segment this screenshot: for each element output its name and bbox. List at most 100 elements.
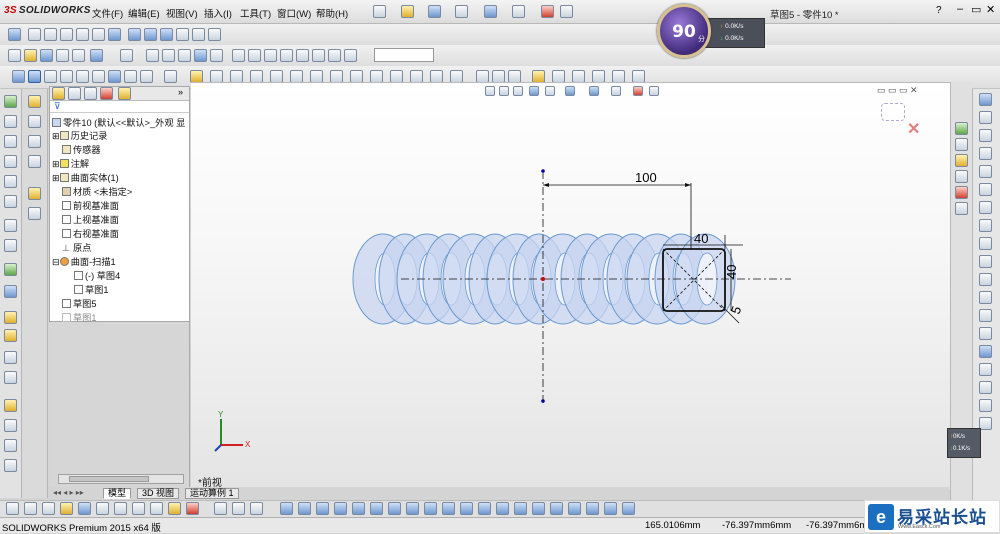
- left-tool-12-icon[interactable]: [4, 329, 17, 342]
- display-style-icon[interactable]: [128, 28, 141, 41]
- tree-root[interactable]: 零件10 (默认<<默认>_外观 显: [52, 115, 185, 129]
- tree-filter[interactable]: ⊽: [50, 101, 189, 113]
- design-library-tab-icon[interactable]: [955, 138, 968, 151]
- lofted-surface-icon[interactable]: [76, 70, 89, 83]
- bottom-tool-29-icon[interactable]: [532, 502, 545, 515]
- bottom-tool-11-icon[interactable]: [186, 502, 199, 515]
- convert-entities-icon[interactable]: [979, 309, 992, 322]
- tool-e-icon[interactable]: [296, 49, 309, 62]
- offset-entities-icon[interactable]: [979, 291, 992, 304]
- view-palette-tab-icon[interactable]: [955, 170, 968, 183]
- offset-surface-icon[interactable]: [140, 70, 153, 83]
- bottom-tool-32-icon[interactable]: [586, 502, 599, 515]
- tool-c-icon[interactable]: [264, 49, 277, 62]
- bottom-tool-10-icon[interactable]: [168, 502, 181, 515]
- bottom-tool-17-icon[interactable]: [316, 502, 329, 515]
- menu-help[interactable]: 帮助(H): [316, 6, 348, 20]
- fillet-sketch-icon[interactable]: [979, 255, 992, 268]
- bottom-tool-2-icon[interactable]: [24, 502, 37, 515]
- rebuild-icon[interactable]: [541, 5, 554, 18]
- bottom-tool-20-icon[interactable]: [370, 502, 383, 515]
- extruded-surface-icon[interactable]: [28, 70, 41, 83]
- menu-view[interactable]: 视图(V): [166, 6, 198, 20]
- tree-node-sensors[interactable]: 传感器: [62, 142, 101, 156]
- config-manager-tab-icon[interactable]: [84, 87, 97, 100]
- bottom-tool-27-icon[interactable]: [496, 502, 509, 515]
- tree-node-sketch1[interactable]: 草图1: [74, 282, 109, 296]
- graphics-area[interactable]: ▭ ▭ ▭ ✕ ✕ 100 40 40 5 Y X: [191, 82, 950, 489]
- left-tool-18-icon[interactable]: [4, 459, 17, 472]
- left-tool-9-icon[interactable]: [4, 263, 17, 276]
- feature-manager-tab-icon[interactable]: [52, 87, 65, 100]
- new-icon[interactable]: [8, 49, 21, 62]
- menu-window[interactable]: 窗口(W): [277, 6, 311, 20]
- bottom-tool-4-icon[interactable]: [60, 502, 73, 515]
- file-explorer-tab-icon[interactable]: [955, 154, 968, 167]
- network-speed-widget[interactable]: ↑ 0.0K/s ↓ 0.0K/s 90 分: [657, 4, 765, 58]
- bottom-tool-8-icon[interactable]: [132, 502, 145, 515]
- sketch-tool-1-icon[interactable]: [979, 93, 992, 106]
- left-tool-3-icon[interactable]: [4, 135, 17, 148]
- tool-b-icon[interactable]: [248, 49, 261, 62]
- bottom-tool-3-icon[interactable]: [42, 502, 55, 515]
- undo-small-icon[interactable]: [72, 49, 85, 62]
- left-tool-7-icon[interactable]: [4, 219, 17, 232]
- tool-d-icon[interactable]: [280, 49, 293, 62]
- bottom-tool-31-icon[interactable]: [568, 502, 581, 515]
- open-icon[interactable]: [401, 5, 414, 18]
- appearances-tab-icon[interactable]: [955, 186, 968, 199]
- tab-3d-view[interactable]: 3D 视图: [137, 488, 180, 499]
- resources-tab-icon[interactable]: [955, 122, 968, 135]
- bottom-tool-23-icon[interactable]: [424, 502, 437, 515]
- help-icon[interactable]: ?: [936, 5, 942, 16]
- left-tool-11-icon[interactable]: [4, 311, 17, 324]
- left2-tool-1-icon[interactable]: [28, 95, 41, 108]
- boundary-surface-icon[interactable]: [92, 70, 105, 83]
- tree-node-front-plane[interactable]: 前视基准面: [62, 198, 119, 212]
- view-orientation-icon[interactable]: [108, 28, 121, 41]
- bottom-tool-25-icon[interactable]: [460, 502, 473, 515]
- dimension-40-vertical[interactable]: 40: [724, 265, 739, 279]
- restore-icon[interactable]: ▭: [971, 3, 981, 16]
- dimension-40-horizontal[interactable]: 40: [694, 231, 708, 246]
- wireframe-icon[interactable]: [192, 28, 205, 41]
- left2-tool-3-icon[interactable]: [28, 135, 41, 148]
- tab-scroll-arrows[interactable]: ◂◂ ◂ ▸ ▸▸: [53, 488, 84, 497]
- tab-model[interactable]: 模型: [103, 488, 132, 499]
- bottom-tool-22-icon[interactable]: [406, 502, 419, 515]
- left-tool-15-icon[interactable]: [4, 399, 17, 412]
- bottom-tool-24-icon[interactable]: [442, 502, 455, 515]
- swept-surface-icon[interactable]: [60, 70, 73, 83]
- bottom-tool-1-icon[interactable]: [6, 502, 19, 515]
- left-tool-8-icon[interactable]: [4, 239, 17, 252]
- revolved-surface-icon[interactable]: [44, 70, 57, 83]
- folder-icon[interactable]: [24, 49, 37, 62]
- bottom-tool-6-icon[interactable]: [96, 502, 109, 515]
- hidden-lines-icon[interactable]: [176, 28, 189, 41]
- linear-pattern-icon[interactable]: [979, 363, 992, 376]
- new-document-icon[interactable]: [373, 5, 386, 18]
- tree-node-sketch5[interactable]: 草图5: [62, 296, 97, 310]
- ellipse-tool-icon[interactable]: [979, 219, 992, 232]
- scene-icon[interactable]: [210, 49, 223, 62]
- left-tool-6-icon[interactable]: [4, 195, 17, 208]
- bottom-tool-18-icon[interactable]: [334, 502, 347, 515]
- left-tool-13-icon[interactable]: [4, 351, 17, 364]
- save-icon[interactable]: [428, 5, 441, 18]
- tree-node-annotations[interactable]: ⊞ 注解: [52, 156, 89, 170]
- tree-node-sketch4[interactable]: (-) 草图4: [74, 268, 120, 282]
- trim-entities-icon[interactable]: [979, 327, 992, 340]
- bottom-tool-12-icon[interactable]: [214, 502, 227, 515]
- tree-node-right-plane[interactable]: 右视基准面: [62, 226, 119, 240]
- smart-dimension-icon[interactable]: [12, 70, 25, 83]
- shaded-icon[interactable]: [144, 28, 157, 41]
- display-manager-tab-icon[interactable]: [118, 87, 131, 100]
- rotate-icon[interactable]: [76, 28, 89, 41]
- left2-tool-4-icon[interactable]: [28, 155, 41, 168]
- shaded-edges-icon[interactable]: [160, 28, 173, 41]
- bottom-tool-5-icon[interactable]: [78, 502, 91, 515]
- bottom-tool-7-icon[interactable]: [114, 502, 127, 515]
- left-tool-4-icon[interactable]: [4, 155, 17, 168]
- minimize-icon[interactable]: –: [957, 3, 963, 15]
- select-icon[interactable]: [8, 28, 21, 41]
